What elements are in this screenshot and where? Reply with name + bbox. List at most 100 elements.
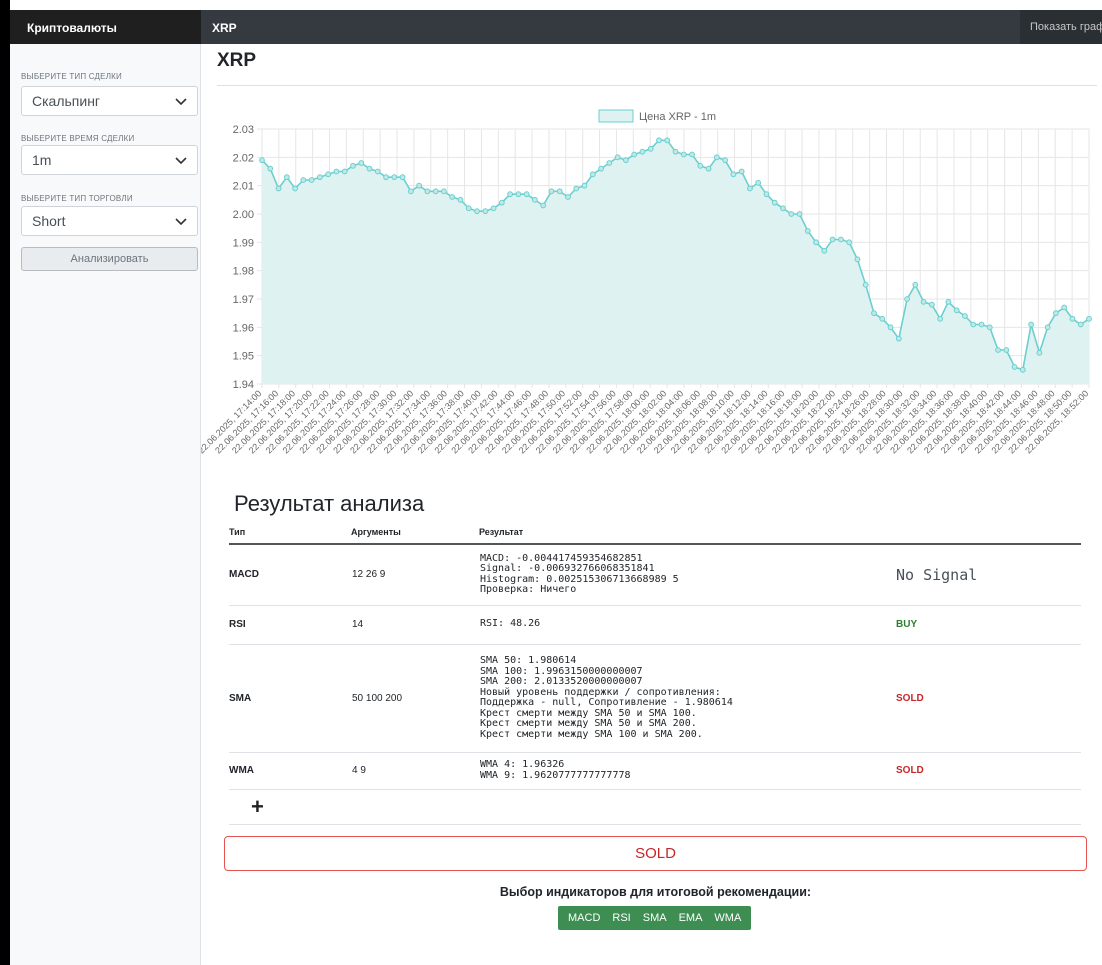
deal-type-select[interactable]: Скальпинг (21, 86, 198, 116)
price-point (664, 137, 671, 144)
price-point (358, 160, 365, 166)
price-point (474, 208, 480, 215)
price-point (986, 324, 993, 331)
price-point (1077, 321, 1084, 328)
indicator-toggle-macd[interactable]: MACD (562, 912, 606, 924)
price-point (1003, 347, 1010, 353)
price-point (482, 208, 489, 215)
topbar-brand[interactable]: XRP (212, 21, 237, 35)
y-tick-label: 1.98 (233, 266, 254, 278)
price-point (573, 185, 580, 192)
col-result-header: Результат (479, 522, 895, 545)
indicator-name: MACD (229, 544, 351, 606)
indicator-args: 12 26 9 (351, 544, 479, 606)
indicator-toggle-sma[interactable]: SMA (637, 912, 673, 924)
deal-time-select[interactable]: 1m (21, 145, 198, 175)
chevron-down-icon (175, 98, 187, 106)
price-point (631, 151, 638, 158)
price-point (416, 182, 423, 189)
indicator-args: 50 100 200 (351, 644, 479, 753)
indicator-name: SMA (229, 644, 351, 753)
topbar: XRP Показать график (201, 10, 1102, 44)
price-point (498, 199, 505, 206)
price-point (821, 247, 828, 254)
price-point (614, 154, 621, 161)
y-tick-label: 1.99 (233, 237, 254, 249)
price-point (846, 239, 853, 246)
price-point (556, 188, 563, 195)
indicator-signal: SOLD (895, 752, 1081, 790)
price-point (565, 194, 571, 200)
price-point (680, 151, 687, 158)
frame-top (0, 0, 1102, 10)
price-point (871, 310, 877, 317)
show-chart-button[interactable]: Показать график (1020, 10, 1102, 44)
results-header-row: Тип Аргументы Результат (229, 522, 1081, 545)
indicator-signal: BUY (895, 605, 1081, 645)
price-point (457, 196, 464, 203)
price-point (267, 165, 274, 172)
price-point (771, 199, 778, 206)
col-args-header: Аргументы (351, 522, 479, 545)
price-point (424, 188, 431, 195)
y-tick-label: 2.01 (233, 181, 254, 193)
price-point (912, 281, 919, 288)
price-point (995, 347, 1001, 353)
price-point (730, 171, 737, 178)
price-point (970, 321, 977, 328)
chevron-down-icon (175, 218, 187, 226)
results-table: Тип Аргументы Результат MACD 12 26 9 MAC… (229, 522, 1081, 790)
price-point (879, 315, 886, 322)
price-point (945, 298, 952, 305)
price-point (350, 162, 356, 169)
price-point (904, 296, 910, 302)
results-title: Результат анализа (234, 491, 425, 516)
price-point (1019, 366, 1026, 373)
price-point (383, 174, 389, 181)
price-point (325, 171, 332, 178)
price-point (1069, 315, 1076, 322)
price-point (316, 174, 323, 181)
indicator-result: MACD: -0.004417459354682851 Signal: -0.0… (479, 544, 895, 606)
indicator-toggle-ema[interactable]: EMA (673, 912, 709, 924)
indicator-result: RSI: 48.26 (479, 605, 895, 645)
price-point (1053, 310, 1059, 317)
price-point (407, 188, 414, 195)
price-point (449, 194, 456, 200)
price-point (804, 228, 811, 234)
legend-label: Цена XRP - 1m (639, 111, 716, 123)
table-row: MACD 12 26 9 MACD: -0.004417459354682851… (229, 544, 1081, 606)
price-point (1044, 324, 1051, 331)
price-point (333, 168, 340, 175)
deal-time-label: ВЫБЕРИТЕ ВРЕМЯ СДЕЛКИ (21, 134, 135, 143)
y-tick-label: 1.97 (233, 294, 254, 306)
trade-type-label: ВЫБЕРИТЕ ТИП ТОРГОВЛИ (21, 194, 133, 203)
price-point (532, 196, 538, 203)
add-indicator-row: + (229, 790, 1081, 825)
price-point (1086, 315, 1092, 322)
price-point (341, 168, 348, 175)
add-indicator-button[interactable]: + (251, 794, 264, 820)
analyze-button[interactable]: Анализировать (21, 247, 198, 271)
price-point (540, 202, 547, 209)
chevron-down-icon (175, 157, 187, 165)
price-point (300, 177, 307, 183)
trade-type-select[interactable]: Short (21, 206, 198, 236)
y-tick-label: 1.94 (233, 379, 254, 391)
price-point (978, 321, 985, 328)
price-point (606, 160, 613, 166)
indicator-signal: No Signal (895, 544, 1081, 606)
price-point (780, 205, 786, 212)
price-point (441, 188, 447, 195)
price-point (738, 168, 745, 175)
indicator-toggle-rsi[interactable]: RSI (606, 912, 636, 924)
price-point (1011, 364, 1018, 370)
price-point (755, 179, 762, 186)
indicator-result: WMA 4: 1.96326 WMA 9: 1.9620777777777778 (479, 752, 895, 790)
indicator-toggle-wma[interactable]: WMA (708, 912, 747, 924)
indicator-signal: SOLD (895, 644, 1081, 753)
sidebar-header[interactable]: Криптовалюты (10, 10, 201, 44)
price-point (598, 165, 604, 172)
final-recommendation: SOLD (224, 836, 1087, 871)
price-point (953, 307, 960, 314)
